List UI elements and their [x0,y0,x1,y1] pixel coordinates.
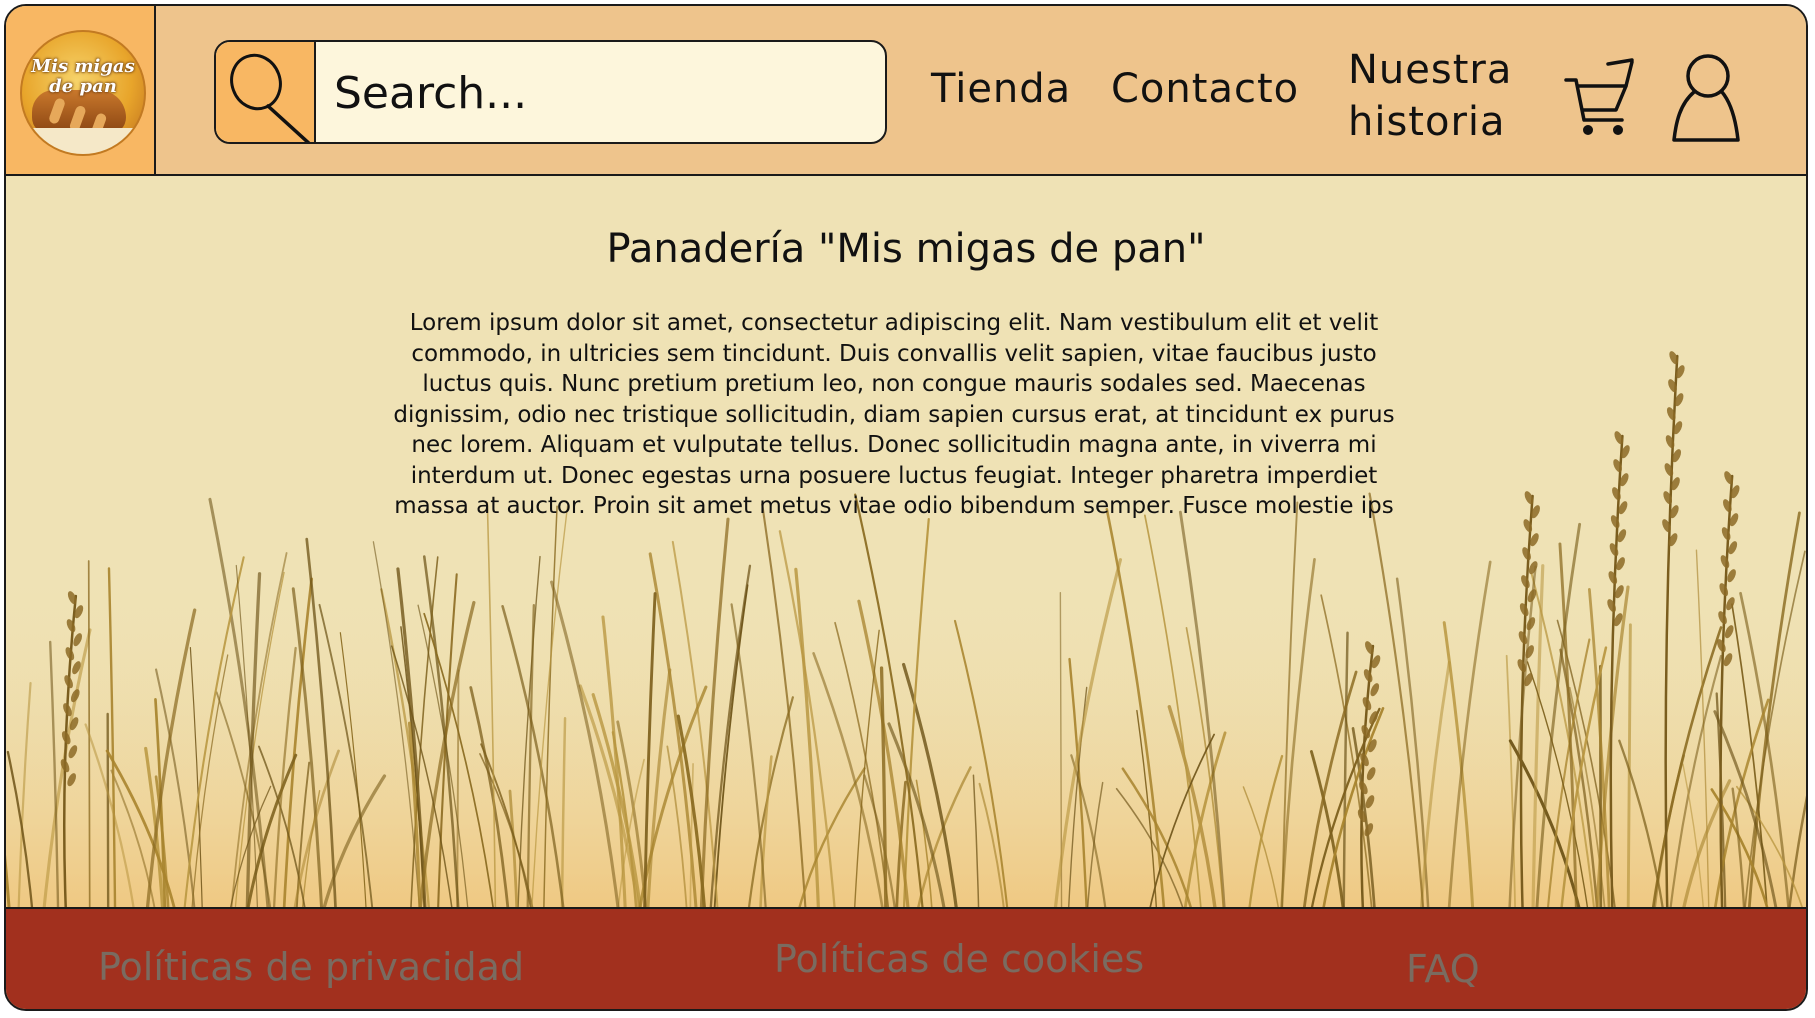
footer: Políticas de privacidad Políticas de coo… [6,907,1806,1009]
intro-paragraph: Lorem ipsum dolor sit amet, consectetur … [393,310,1395,519]
footer-link-privacy[interactable]: Políticas de privacidad [98,945,524,989]
logo-plate [22,128,144,154]
header: Mis migas de pan Tienda Contacto Nuestra… [6,6,1806,176]
bakery-logo[interactable]: Mis migas de pan [20,30,146,156]
footer-link-cookies[interactable]: Políticas de cookies [774,937,1144,981]
logo-text-line1: Mis migas [31,56,135,77]
search-icon [230,53,311,142]
footer-link-faq[interactable]: FAQ [1406,947,1480,991]
nav-historia-line2: historia [1348,99,1506,145]
nav-tienda[interactable]: Tienda [931,66,1071,112]
logo-text-line2: de pan [49,76,117,97]
nav-historia-line1: Nuestra [1348,47,1513,93]
wheat-field-illustration [6,351,1806,911]
page-title: Panadería "Mis migas de pan" [606,226,1206,272]
search-bar [214,40,887,144]
cart-icon[interactable] [1564,56,1634,138]
user-icon[interactable] [1670,52,1744,144]
nav-nuestra-historia[interactable]: Nuestra historia [1348,44,1528,148]
main-content: Panadería "Mis migas de pan" Lorem ipsum… [6,176,1806,911]
logo-box[interactable]: Mis migas de pan [6,6,156,174]
search-button[interactable] [216,42,316,142]
page-frame: Mis migas de pan Tienda Contacto Nuestra… [4,4,1808,1011]
search-input[interactable] [334,58,864,128]
nav-contacto[interactable]: Contacto [1111,66,1299,112]
